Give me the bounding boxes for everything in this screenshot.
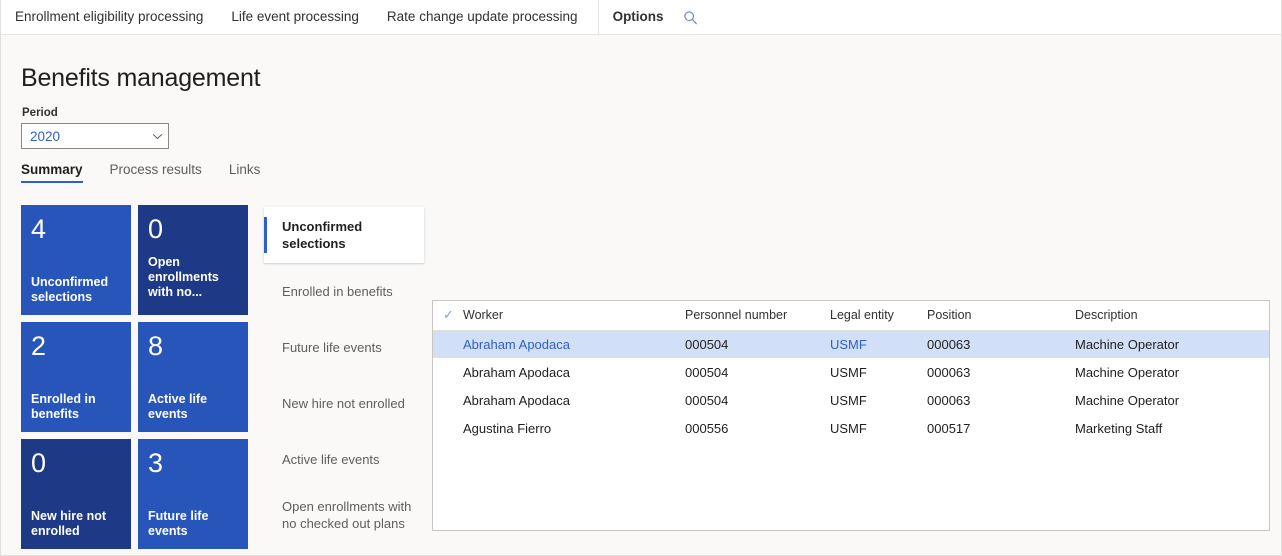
list-item-open-enrollments-no-checked-out-plans[interactable]: Open enrollments with no checked out pla… (264, 487, 424, 543)
table-row[interactable]: Abraham Apodaca 000504 USMF 000063 Machi… (433, 358, 1269, 386)
table-header: ✓ Worker Personnel number Legal entity P… (433, 301, 1269, 331)
nav-item-enrollment-eligibility-processing[interactable]: Enrollment eligibility processing (15, 0, 203, 34)
cell-personnel-number[interactable]: 000504 (685, 330, 830, 358)
benefits-management-page: Enrollment eligibility processing Life e… (0, 0, 1282, 556)
cell-worker[interactable]: Abraham Apodaca (463, 330, 685, 358)
list-item-enrolled-in-benefits[interactable]: Enrolled in benefits (264, 263, 424, 319)
period-select[interactable]: 2020 (21, 123, 169, 149)
worker-table: ✓ Worker Personnel number Legal entity P… (433, 301, 1269, 442)
chevron-down-icon (146, 133, 168, 140)
period-value: 2020 (30, 128, 61, 144)
table-body: Abraham Apodaca 000504 USMF 000063 Machi… (433, 330, 1269, 442)
tile-count: 8 (148, 331, 164, 361)
tile-active-life-events[interactable]: 8 Active life events (138, 322, 248, 432)
cell-position[interactable]: 000517 (927, 414, 1075, 442)
tile-future-life-events[interactable]: 3 Future life events (138, 439, 248, 549)
tile-unconfirmed-selections[interactable]: 4 Unconfirmed selections (21, 205, 131, 315)
cell-personnel-number[interactable]: 000504 (685, 358, 830, 386)
tile-count: 0 (31, 448, 47, 478)
tile-count: 2 (31, 331, 47, 361)
select-all-header[interactable]: ✓ (433, 301, 463, 331)
cell-description[interactable]: Machine Operator (1075, 386, 1269, 414)
column-header-personnel-number[interactable]: Personnel number (685, 301, 830, 331)
tile-count: 4 (31, 214, 47, 244)
nav-item-life-event-processing[interactable]: Life event processing (231, 0, 359, 34)
cell-worker[interactable]: Abraham Apodaca (463, 358, 685, 386)
tab-links[interactable]: Links (229, 162, 261, 183)
cell-personnel-number[interactable]: 000504 (685, 386, 830, 414)
cell-position[interactable]: 000063 (927, 358, 1075, 386)
tile-label: Enrolled in benefits (31, 392, 96, 421)
tab-strip: Summary Process results Links (21, 162, 260, 183)
cell-legal-entity[interactable]: USMF (830, 358, 927, 386)
table-row[interactable]: Agustina Fierro 000556 USMF 000517 Marke… (433, 414, 1269, 442)
tile-label: Future life events (148, 509, 209, 538)
cell-legal-entity[interactable]: USMF (830, 414, 927, 442)
tile-enrolled-in-benefits[interactable]: 2 Enrolled in benefits (21, 322, 131, 432)
nav-item-options[interactable]: Options (613, 0, 664, 34)
list-item-new-hire-not-enrolled[interactable]: New hire not enrolled (264, 375, 424, 431)
kpi-tile-grid: 4 Unconfirmed selections 0 Open enrollme… (21, 205, 248, 549)
tile-label: Active life events (148, 392, 208, 421)
top-navigation-bar: Enrollment eligibility processing Life e… (1, 0, 1281, 35)
tab-summary[interactable]: Summary (21, 162, 83, 183)
cell-description[interactable]: Marketing Staff (1075, 414, 1269, 442)
cell-description[interactable]: Machine Operator (1075, 358, 1269, 386)
list-item-future-life-events[interactable]: Future life events (264, 319, 424, 375)
tile-new-hire-not-enrolled[interactable]: 0 New hire not enrolled (21, 439, 131, 549)
column-header-position[interactable]: Position (927, 301, 1075, 331)
tile-label: Open enrollments with no... (148, 255, 219, 299)
tab-process-results[interactable]: Process results (110, 162, 202, 183)
cell-legal-entity[interactable]: USMF (830, 386, 927, 414)
checkmark-icon: ✓ (443, 307, 454, 323)
cell-legal-entity[interactable]: USMF (830, 330, 927, 358)
cell-position[interactable]: 000063 (927, 330, 1075, 358)
column-header-worker[interactable]: Worker (463, 301, 685, 331)
nav-divider (597, 0, 599, 34)
cell-worker[interactable]: Abraham Apodaca (463, 386, 685, 414)
list-item-unconfirmed-selections[interactable]: Unconfirmed selections (264, 207, 424, 263)
list-item-active-life-events[interactable]: Active life events (264, 431, 424, 487)
tile-label: Unconfirmed selections (31, 275, 109, 304)
table-header-row: ✓ Worker Personnel number Legal entity P… (433, 301, 1269, 331)
row-select-cell[interactable] (433, 358, 463, 386)
cell-personnel-number[interactable]: 000556 (685, 414, 830, 442)
cell-worker[interactable]: Agustina Fierro (463, 414, 685, 442)
period-label: Period (22, 107, 58, 119)
row-select-cell[interactable] (433, 386, 463, 414)
detail-selector-list: Unconfirmed selections Enrolled in benef… (264, 207, 424, 543)
column-header-legal-entity[interactable]: Legal entity (830, 301, 927, 331)
cell-position[interactable]: 000063 (927, 386, 1075, 414)
row-select-cell[interactable] (433, 330, 463, 358)
column-header-description[interactable]: Description (1075, 301, 1269, 331)
nav-item-rate-change-update-processing[interactable]: Rate change update processing (387, 0, 578, 34)
table-row[interactable]: Abraham Apodaca 000504 USMF 000063 Machi… (433, 386, 1269, 414)
worker-grid-panel: ✓ Worker Personnel number Legal entity P… (432, 300, 1270, 531)
search-icon[interactable] (678, 4, 704, 30)
table-row[interactable]: Abraham Apodaca 000504 USMF 000063 Machi… (433, 330, 1269, 358)
tile-count: 0 (148, 214, 164, 244)
cell-description[interactable]: Machine Operator (1075, 330, 1269, 358)
tile-count: 3 (148, 448, 164, 478)
tile-open-enrollments-with-no-plans[interactable]: 0 Open enrollments with no... (138, 205, 248, 315)
tile-label: New hire not enrolled (31, 509, 107, 538)
row-select-cell[interactable] (433, 414, 463, 442)
page-title: Benefits management (21, 64, 261, 92)
